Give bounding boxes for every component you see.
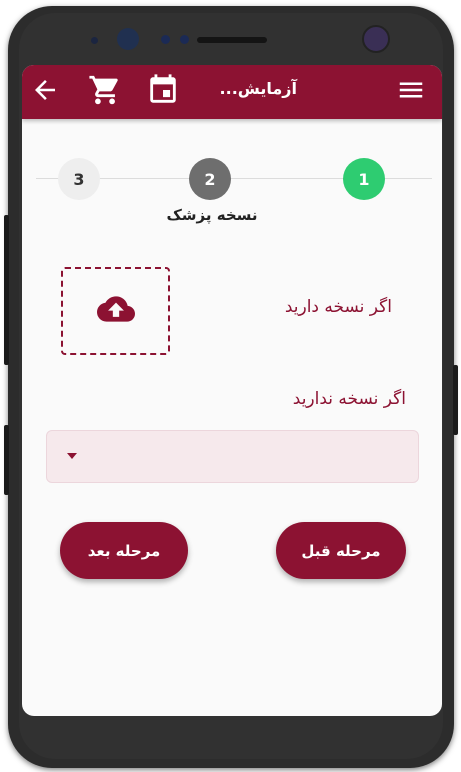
back-arrow-icon [30, 75, 60, 109]
volume-button [4, 215, 9, 365]
cart-icon [88, 73, 122, 111]
step-1-circle[interactable]: 1 [343, 158, 385, 200]
no-prescription-label: اگر نسخه ندارید [292, 389, 406, 409]
proximity-sensor [362, 25, 390, 53]
cloud-upload-icon [96, 290, 135, 332]
app-bar: آزمایش... [22, 65, 442, 119]
step-3-circle[interactable]: 3 [58, 158, 100, 200]
step-2-circle[interactable]: 2 [189, 158, 231, 200]
earpiece-speaker [197, 37, 267, 43]
dropdown-caret-icon [67, 453, 77, 459]
volume-button-lower [4, 425, 9, 495]
menu-icon [396, 75, 426, 109]
sensor-dot [180, 35, 189, 44]
menu-button[interactable] [394, 75, 428, 109]
app-screen: آزمایش... 3 2 1 نسخه پزشک اگر نسخه دارید… [22, 65, 442, 716]
has-prescription-label: اگر نسخه دارید [284, 297, 392, 317]
back-button[interactable] [28, 75, 62, 109]
previous-step-button[interactable]: مرحله قبل [276, 522, 406, 579]
sensor-dot [91, 37, 98, 44]
prescription-upload-box[interactable] [61, 267, 170, 355]
active-step-label: نسخه پزشک [166, 206, 258, 224]
app-title: آزمایش... [219, 79, 297, 98]
front-camera [117, 28, 139, 50]
no-prescription-select[interactable] [46, 430, 419, 483]
next-step-button[interactable]: مرحله بعد [60, 522, 188, 579]
power-button [453, 365, 458, 435]
sensor-dot [161, 35, 170, 44]
calendar-button[interactable] [146, 73, 180, 111]
calendar-icon [146, 73, 180, 111]
cart-button[interactable] [88, 75, 122, 109]
